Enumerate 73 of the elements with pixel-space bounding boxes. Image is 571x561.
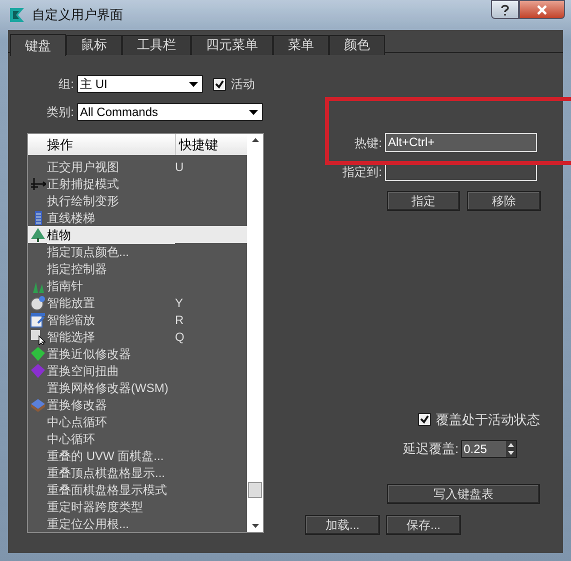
tab[interactable]: 菜单 — [273, 35, 329, 55]
checkbox[interactable] — [418, 413, 431, 426]
checkbox-label: 覆盖处于活动状态 — [436, 410, 540, 429]
hotkey-label: 热键: — [354, 134, 383, 152]
check-icon — [420, 415, 429, 424]
action-item[interactable]: 指南针 — [47, 276, 175, 294]
category-dropdown[interactable]: All Commands — [77, 103, 263, 121]
caret-icon — [189, 82, 198, 86]
spinner-arrows-icon — [506, 440, 516, 456]
tab[interactable]: 键盘 — [10, 34, 66, 56]
group-label: 组: — [58, 76, 75, 93]
help-button[interactable] — [491, 0, 519, 19]
action-item[interactable]: 正射捕捉模式 — [47, 174, 175, 192]
action-item[interactable]: 重叠面棋盘格显示模式 — [47, 480, 175, 498]
close-icon — [536, 4, 548, 14]
scroll-down-icon — [252, 524, 258, 528]
remove-button[interactable]: 移除 — [467, 191, 541, 211]
action-item[interactable]: 重叠的 UVW 面棋盘... — [47, 446, 175, 464]
check-icon — [215, 80, 224, 88]
shortcut-text: Q — [175, 328, 184, 346]
load-button[interactable]: 加载... — [305, 515, 380, 535]
scale-icon — [30, 312, 46, 328]
column-header: 操作 — [46, 136, 74, 154]
tab[interactable]: 鼠标 — [66, 35, 122, 55]
shortcut-text: Y — [175, 294, 184, 312]
action-item[interactable]: 智能选择 — [47, 328, 175, 346]
action-item[interactable]: 重叠顶点棋盘格显示... — [47, 464, 175, 482]
action-item[interactable]: 中心循环 — [47, 430, 175, 448]
cursor-icon — [30, 328, 46, 344]
scroll-thumb[interactable] — [248, 482, 262, 498]
action-item[interactable]: 置换空间扭曲 — [47, 362, 175, 380]
action-item[interactable]: 执行绘制变形 — [47, 192, 175, 210]
assigned-to-label: 指定到: — [342, 164, 383, 180]
grid-snap-icon — [30, 176, 46, 192]
shortcut-text: U — [175, 158, 184, 176]
shortcut-text: R — [175, 312, 184, 328]
action-item[interactable]: 重定时器跨度类型 — [47, 498, 175, 516]
action-item[interactable]: 指定控制器 — [47, 260, 175, 278]
caret-icon — [249, 110, 258, 114]
checkbox[interactable] — [213, 78, 226, 90]
crystal-icon — [30, 362, 46, 378]
save-button[interactable]: 保存... — [386, 515, 461, 535]
assign-button[interactable]: 指定 — [387, 191, 460, 211]
category-label: 类别: — [46, 104, 75, 121]
tab[interactable]: 颜色 — [329, 35, 385, 55]
layer-icon — [30, 396, 46, 412]
close-button[interactable] — [519, 0, 565, 19]
action-item[interactable]: 置换网格修改器(WSM) — [47, 378, 175, 396]
write-keyboard-button[interactable]: 写入键盘表 — [387, 484, 540, 504]
action-item[interactable]: 指定顶点颜色... — [47, 242, 175, 260]
tab[interactable]: 四元菜单 — [191, 35, 273, 55]
sphere-icon — [30, 294, 46, 310]
delay-spinner[interactable]: 0.25 — [460, 440, 517, 458]
tab[interactable]: 工具栏 — [122, 35, 191, 55]
action-item[interactable]: 中心点循环 — [47, 412, 175, 430]
window-title: 自定义用户界面 — [32, 6, 123, 24]
action-item[interactable]: 置换近似修改器 — [47, 344, 175, 362]
app-icon — [8, 6, 26, 24]
gem-icon — [30, 346, 46, 362]
action-item[interactable]: 智能缩放 — [47, 310, 175, 328]
action-item[interactable]: 智能放置 — [47, 294, 175, 312]
help-icon — [500, 4, 510, 16]
action-item[interactable]: 重定位公用根... — [47, 514, 175, 532]
action-item[interactable]: 直线楼梯 — [47, 208, 175, 226]
scroll-up-icon — [252, 138, 258, 142]
hotkey-field[interactable]: Alt+Ctrl+ — [385, 133, 537, 152]
action-item[interactable]: 置换修改器 — [47, 396, 175, 414]
action-item[interactable]: 正交用户视图 — [47, 158, 175, 176]
scroll-bar[interactable] — [247, 134, 263, 532]
tree-icon — [30, 226, 46, 242]
checkbox-label: 活动 — [231, 76, 255, 93]
delay-label: 延迟覆盖: — [403, 440, 459, 458]
group-dropdown[interactable]: 主 UI — [77, 75, 203, 93]
